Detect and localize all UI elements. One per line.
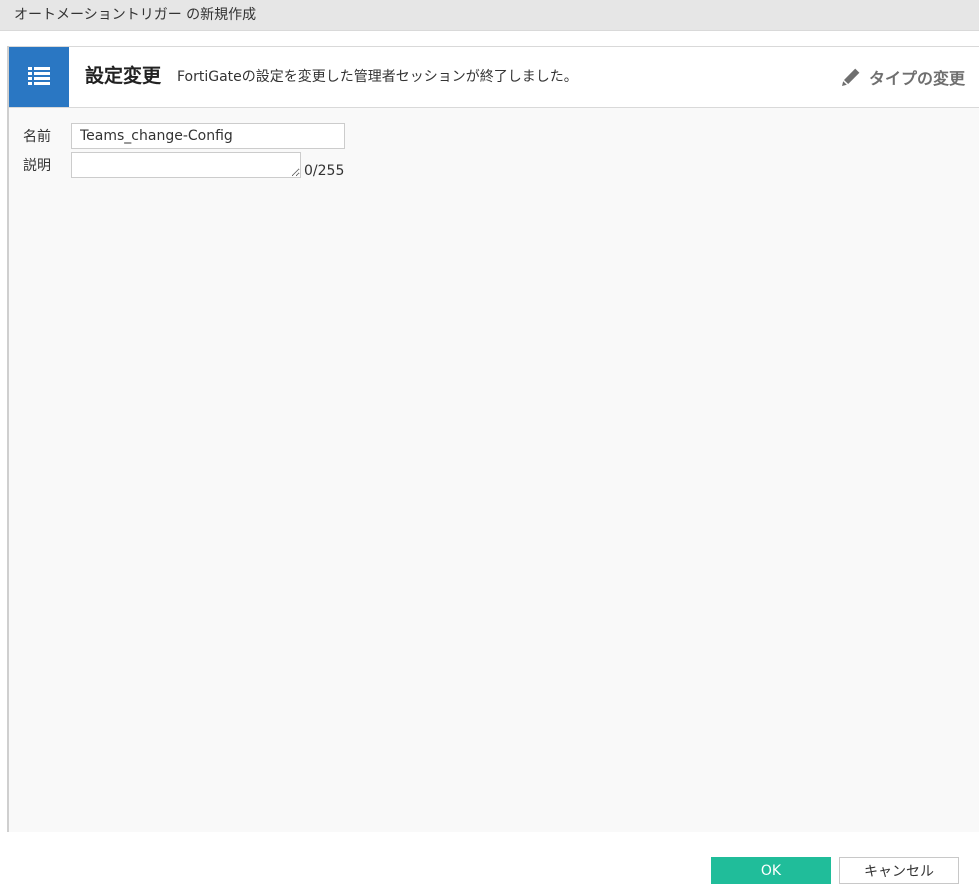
- change-type-button[interactable]: タイプの変更: [841, 47, 965, 107]
- name-input[interactable]: [71, 123, 345, 149]
- ok-button[interactable]: OK: [711, 857, 831, 884]
- trigger-type-name: 設定変更: [85, 65, 162, 87]
- pencil-icon: [841, 68, 860, 86]
- list-icon: [28, 67, 50, 85]
- description-label: 説明: [23, 158, 51, 174]
- cancel-button[interactable]: キャンセル: [839, 857, 959, 884]
- trigger-type-icon-box: [9, 47, 69, 107]
- description-char-count: 0/255: [304, 163, 345, 179]
- trigger-type-header: 設定変更 FortiGateの設定を変更した管理者セッションが終了しました。 タ…: [9, 46, 979, 108]
- trigger-panel: 設定変更 FortiGateの設定を変更した管理者セッションが終了しました。 タ…: [7, 46, 979, 832]
- description-textarea[interactable]: [71, 152, 301, 178]
- dialog-title: オートメーショントリガー の新規作成: [0, 0, 979, 31]
- change-type-label: タイプの変更: [868, 69, 965, 88]
- trigger-type-description: FortiGateの設定を変更した管理者セッションが終了しました。: [177, 69, 578, 85]
- name-label: 名前: [23, 129, 51, 145]
